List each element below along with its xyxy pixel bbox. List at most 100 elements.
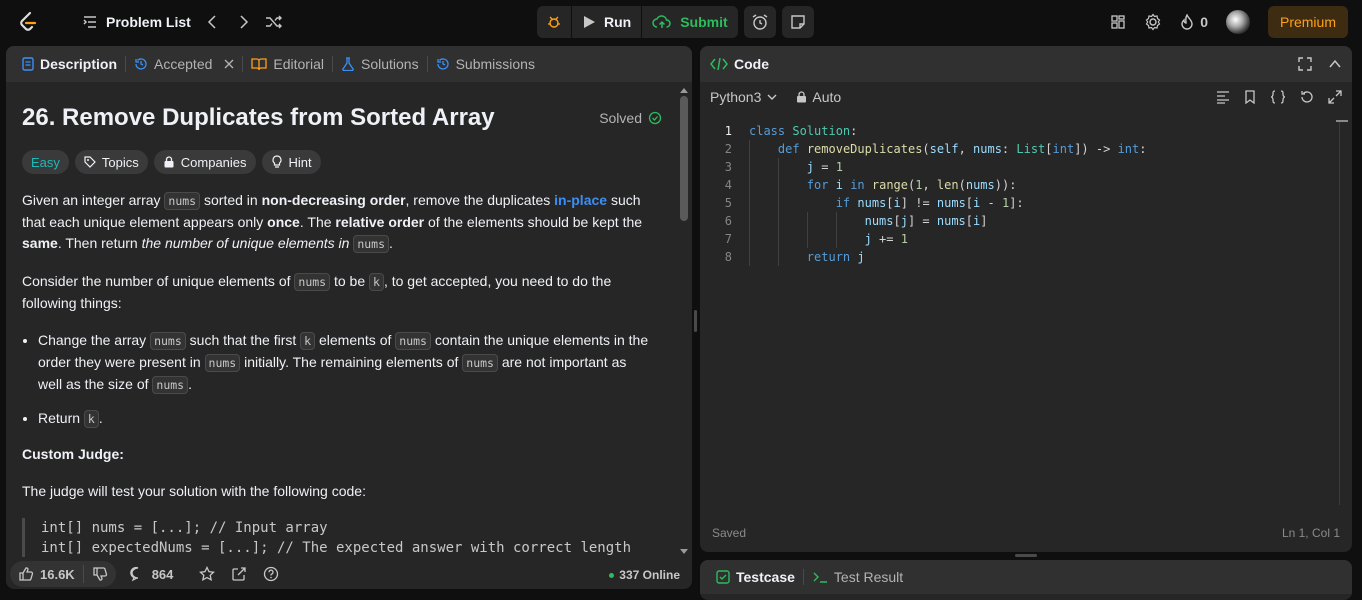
timer-button[interactable] [743,6,776,38]
format-icon[interactable] [1216,90,1230,104]
companies-chip[interactable]: Companies [153,150,256,174]
line-number: 3 [724,160,732,174]
chevron-up-icon[interactable] [1328,57,1342,71]
comments-button[interactable]: 864 [122,561,182,587]
thumbs-up-icon [18,566,34,582]
code-tab-label: Code [734,56,769,72]
text: elements of [315,332,396,348]
code-tab[interactable]: Code [710,56,769,72]
language-label: Python3 [710,89,762,105]
scrollbar-thumb[interactable] [680,96,688,221]
online-count: 337 Online [619,568,680,582]
avatar[interactable] [1225,10,1250,34]
code-editor[interactable]: 1 2 3 4 5 6 7 8 class Solution: def remo… [700,120,1340,500]
text: such that the first [185,332,301,348]
expand-icon[interactable] [1328,90,1342,104]
tab-submissions[interactable]: Submissions [428,46,543,82]
save-status: Saved [712,526,747,540]
lock-icon [796,91,807,103]
streak-counter[interactable]: 0 [1180,14,1208,30]
code-line: nums[j] = nums[i] [864,214,988,228]
tab-description[interactable]: Description [14,46,125,82]
shuffle-icon[interactable] [265,14,283,30]
code-line: def removeDuplicates(self, nums: List[in… [777,142,1147,156]
terminal-icon [812,570,828,584]
inline-code: nums [150,332,186,350]
inline-code: nums [204,354,241,372]
braces-icon[interactable] [1270,90,1286,104]
line-number: 2 [724,142,732,156]
note-icon [790,14,806,30]
settings-gear-icon[interactable] [1144,13,1162,31]
text: Return [38,410,84,426]
reset-icon[interactable] [1300,90,1314,104]
code-line: class Solution: [749,124,858,138]
notes-button[interactable] [781,6,814,38]
list-item: Return k. [38,408,652,430]
editor-toolbar: Python3 Auto [700,82,1352,112]
tab-testcase-label: Testcase [736,569,795,585]
in-place-link[interactable]: in-place [554,192,607,208]
dislike-button[interactable] [84,561,116,587]
inline-code: k [83,410,99,428]
bold-text: non-decreasing order [261,192,406,208]
list-icon[interactable] [82,14,98,30]
problem-list-link[interactable]: Problem List [106,14,191,30]
inline-code: nums [294,273,331,291]
description-tabs: Description Accepted Editorial Solutions… [6,46,692,82]
close-icon[interactable] [224,59,234,69]
help-button[interactable] [255,561,287,587]
flame-icon [1180,14,1194,30]
like-button[interactable]: 16.6K [10,561,83,587]
hint-chip[interactable]: Hint [261,150,321,174]
panel-resize-handle[interactable] [1015,554,1037,557]
code-panel-header: Code [700,46,1352,82]
bookmark-icon[interactable] [1244,90,1256,104]
tab-test-result-label: Test Result [833,569,904,585]
topics-chip[interactable]: Topics [74,150,148,174]
thumbs-down-icon [92,566,108,582]
history-icon [436,57,450,71]
text: sorted in [200,192,262,208]
share-button[interactable] [223,561,255,587]
flask-icon [341,57,355,71]
tab-description-label: Description [40,56,118,72]
problem-title[interactable]: 26. Remove Duplicates from Sorted Array [22,104,495,132]
inline-code: nums [395,332,431,350]
editor-scrollbar[interactable] [1339,120,1340,505]
comment-icon [129,566,146,582]
maximize-icon[interactable] [1298,57,1312,71]
auto-mode-toggle[interactable]: Auto [796,89,841,105]
solved-status: Solved [599,110,662,126]
lock-icon [163,156,175,168]
submit-label: Submit [680,14,728,30]
custom-judge-heading: Custom Judge: [22,446,124,462]
tag-icon [84,156,96,168]
panel-resize-handle[interactable] [694,310,697,332]
language-select[interactable]: Python3 [710,89,778,105]
leetcode-logo-icon[interactable] [16,10,40,34]
description-panel: Description Accepted Editorial Solutions… [6,46,692,589]
chevron-left-icon[interactable] [205,14,221,30]
tab-accepted[interactable]: Accepted [126,46,242,82]
chevron-right-icon[interactable] [235,14,251,30]
tab-editorial[interactable]: Editorial [243,46,332,82]
text: of the elements should be kept the [424,214,643,230]
bold-text: once [267,214,300,230]
layout-icon[interactable] [1110,14,1126,30]
code-line: j = 1 [806,160,843,174]
favorite-button[interactable] [191,561,223,587]
tab-solutions[interactable]: Solutions [333,46,427,82]
share-icon [231,566,247,582]
run-button[interactable]: Run [572,6,641,38]
inline-code: nums [152,376,189,394]
inline-code: k [300,332,316,350]
submit-button[interactable]: Submit [642,6,737,38]
text: . [389,235,393,251]
code-panel: Code Python3 Auto 1 2 3 4 5 6 7 8 class … [700,46,1352,552]
code-line: return j [806,250,865,264]
description-scrollbar[interactable] [680,86,688,556]
premium-button[interactable]: Premium [1267,6,1348,38]
debug-button[interactable] [537,6,571,38]
text: Given an integer array [22,192,165,208]
